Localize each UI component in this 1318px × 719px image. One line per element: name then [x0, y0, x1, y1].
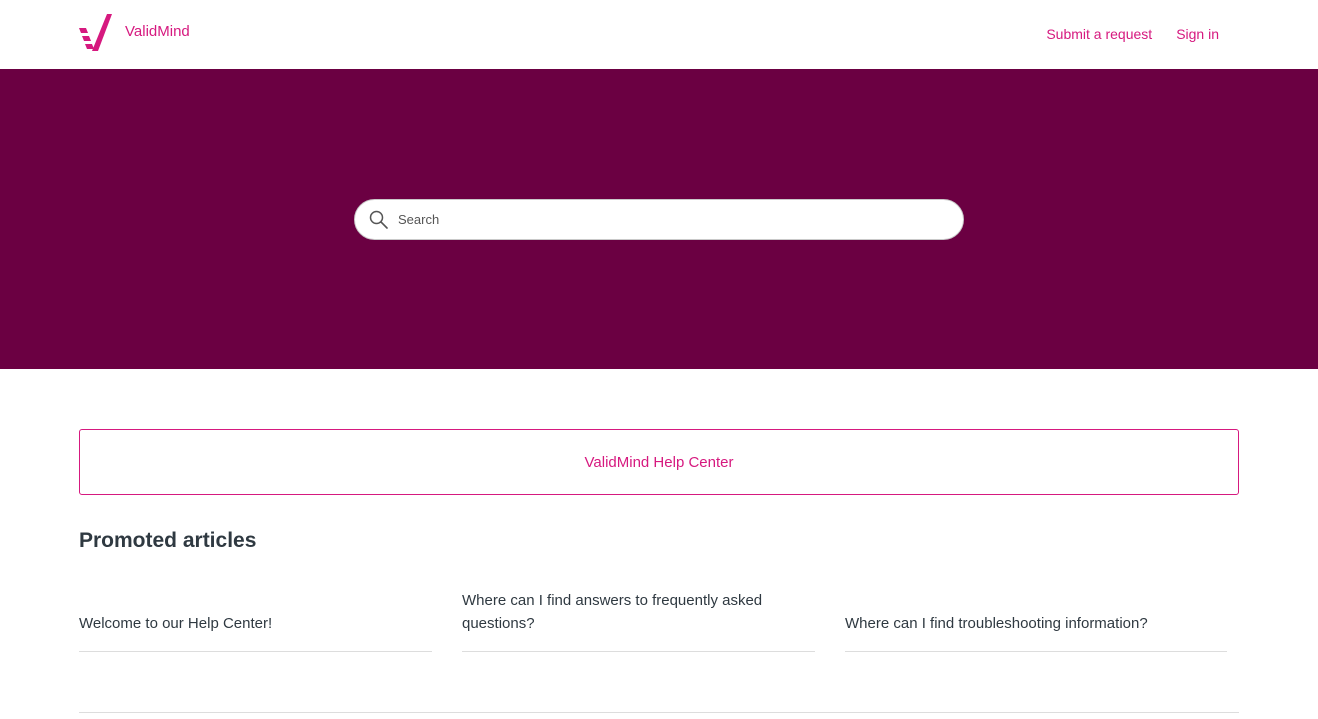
promoted-article-link[interactable]: Where can I find answers to frequently a…: [462, 589, 815, 635]
search-icon: [369, 210, 388, 229]
help-center-link-box[interactable]: ValidMind Help Center: [79, 429, 1239, 495]
promoted-article-link[interactable]: Where can I find troubleshooting informa…: [845, 612, 1148, 635]
promoted-article-item: Welcome to our Help Center!: [79, 590, 432, 652]
promoted-article-item: Where can I find troubleshooting informa…: [845, 590, 1227, 652]
promoted-article-item: Where can I find answers to frequently a…: [462, 590, 815, 652]
help-center-link-label: ValidMind Help Center: [584, 453, 734, 471]
home-logo-link[interactable]: ValidMind: [79, 14, 190, 53]
header-nav: Submit a request Sign in: [1046, 25, 1219, 43]
validmind-logo-icon: [79, 14, 112, 51]
search-input[interactable]: [396, 211, 936, 228]
promoted-article-link[interactable]: Welcome to our Help Center!: [79, 612, 272, 635]
sign-in-link[interactable]: Sign in: [1176, 25, 1219, 43]
promoted-articles-heading: Promoted articles: [79, 529, 257, 552]
search-bar[interactable]: [354, 199, 964, 240]
submit-request-link[interactable]: Submit a request: [1046, 25, 1152, 43]
section-divider: [79, 712, 1239, 713]
site-header: ValidMind Submit a request Sign in: [0, 0, 1318, 69]
hero-banner: [0, 69, 1318, 369]
brand-name: ValidMind: [125, 23, 190, 40]
